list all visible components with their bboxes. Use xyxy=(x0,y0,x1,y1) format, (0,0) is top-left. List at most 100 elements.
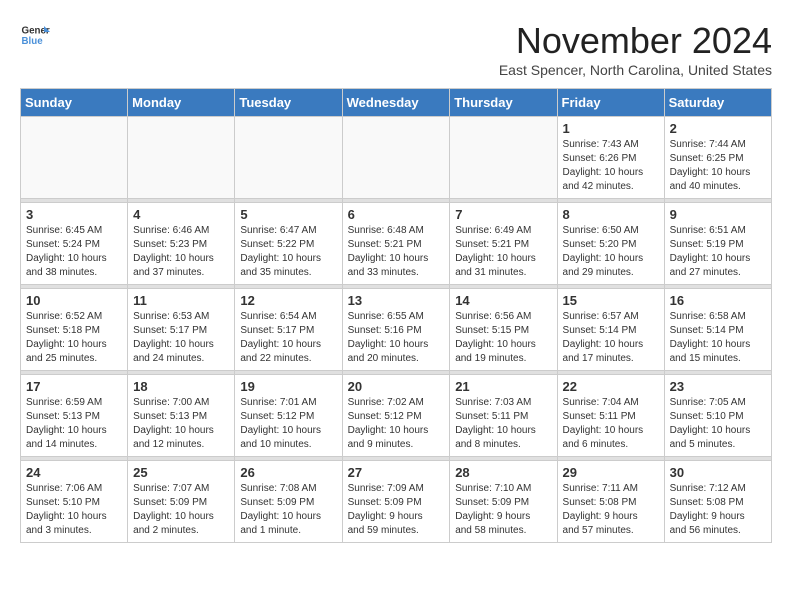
day-info: Sunrise: 7:10 AM Sunset: 5:09 PM Dayligh… xyxy=(455,482,551,538)
day-info: Sunrise: 6:58 AM Sunset: 5:14 PM Dayligh… xyxy=(670,310,766,366)
day-number: 5 xyxy=(240,207,336,222)
location-title: East Spencer, North Carolina, United Sta… xyxy=(499,62,772,78)
day-number: 22 xyxy=(563,379,659,394)
calendar-cell xyxy=(450,117,557,199)
day-info: Sunrise: 6:51 AM Sunset: 5:19 PM Dayligh… xyxy=(670,224,766,280)
day-number: 6 xyxy=(348,207,445,222)
weekday-header-monday: Monday xyxy=(128,89,235,117)
day-info: Sunrise: 7:02 AM Sunset: 5:12 PM Dayligh… xyxy=(348,396,445,452)
day-info: Sunrise: 6:52 AM Sunset: 5:18 PM Dayligh… xyxy=(26,310,122,366)
calendar-cell: 15 Sunrise: 6:57 AM Sunset: 5:14 PM Dayli… xyxy=(557,289,664,371)
calendar-cell: 22Sunrise: 7:04 AM Sunset: 5:11 PM Dayli… xyxy=(557,375,664,457)
calendar-cell: 23 Sunrise: 7:05 AM Sunset: 5:10 PM Dayli… xyxy=(664,375,771,457)
calendar-cell: 9 Sunrise: 6:51 AM Sunset: 5:19 PM Daylig… xyxy=(664,203,771,285)
day-number: 10 xyxy=(26,293,122,308)
day-number: 11 xyxy=(133,293,229,308)
day-info: Sunrise: 6:48 AM Sunset: 5:21 PM Dayligh… xyxy=(348,224,445,280)
day-number: 28 xyxy=(455,465,551,480)
calendar-cell xyxy=(128,117,235,199)
day-info: Sunrise: 7:43 AM Sunset: 6:26 PM Dayligh… xyxy=(563,138,659,194)
calendar-week-3: 10 Sunrise: 6:52 AM Sunset: 5:18 PM Dayli… xyxy=(21,289,772,371)
svg-text:Blue: Blue xyxy=(22,36,44,47)
day-info: Sunrise: 6:55 AM Sunset: 5:16 PM Dayligh… xyxy=(348,310,445,366)
day-info: Sunrise: 7:06 AM Sunset: 5:10 PM Dayligh… xyxy=(26,482,122,538)
calendar-table: SundayMondayTuesdayWednesdayThursdayFrid… xyxy=(20,88,772,543)
day-info: Sunrise: 7:01 AM Sunset: 5:12 PM Dayligh… xyxy=(240,396,336,452)
day-info: Sunrise: 6:56 AM Sunset: 5:15 PM Dayligh… xyxy=(455,310,551,366)
day-info: Sunrise: 7:11 AM Sunset: 5:08 PM Dayligh… xyxy=(563,482,659,538)
weekday-header-tuesday: Tuesday xyxy=(235,89,342,117)
calendar-cell: 14 Sunrise: 6:56 AM Sunset: 5:15 PM Dayli… xyxy=(450,289,557,371)
day-info: Sunrise: 6:47 AM Sunset: 5:22 PM Dayligh… xyxy=(240,224,336,280)
weekday-header-row: SundayMondayTuesdayWednesdayThursdayFrid… xyxy=(21,89,772,117)
day-number: 30 xyxy=(670,465,766,480)
day-number: 7 xyxy=(455,207,551,222)
calendar-cell: 28 Sunrise: 7:10 AM Sunset: 5:09 PM Dayli… xyxy=(450,461,557,543)
calendar-cell: 4 Sunrise: 6:46 AM Sunset: 5:23 PM Daylig… xyxy=(128,203,235,285)
calendar-cell: 25Sunrise: 7:07 AM Sunset: 5:09 PM Dayli… xyxy=(128,461,235,543)
calendar-cell xyxy=(235,117,342,199)
day-info: Sunrise: 6:59 AM Sunset: 5:13 PM Dayligh… xyxy=(26,396,122,452)
weekday-header-sunday: Sunday xyxy=(21,89,128,117)
day-number: 25 xyxy=(133,465,229,480)
calendar-cell: 11Sunrise: 6:53 AM Sunset: 5:17 PM Dayli… xyxy=(128,289,235,371)
day-number: 21 xyxy=(455,379,551,394)
calendar-week-4: 17 Sunrise: 6:59 AM Sunset: 5:13 PM Dayli… xyxy=(21,375,772,457)
weekday-header-wednesday: Wednesday xyxy=(342,89,450,117)
day-number: 14 xyxy=(455,293,551,308)
calendar-cell: 29 Sunrise: 7:11 AM Sunset: 5:08 PM Dayli… xyxy=(557,461,664,543)
day-info: Sunrise: 7:03 AM Sunset: 5:11 PM Dayligh… xyxy=(455,396,551,452)
calendar-cell: 5 Sunrise: 6:47 AM Sunset: 5:22 PM Daylig… xyxy=(235,203,342,285)
day-info: Sunrise: 6:57 AM Sunset: 5:14 PM Dayligh… xyxy=(563,310,659,366)
logo: General Blue xyxy=(20,20,50,50)
calendar-cell: 12Sunrise: 6:54 AM Sunset: 5:17 PM Dayli… xyxy=(235,289,342,371)
weekday-header-saturday: Saturday xyxy=(664,89,771,117)
calendar-cell: 17 Sunrise: 6:59 AM Sunset: 5:13 PM Dayli… xyxy=(21,375,128,457)
page-header: General Blue November 2024 East Spencer,… xyxy=(20,20,772,78)
day-number: 2 xyxy=(670,121,766,136)
day-info: Sunrise: 6:45 AM Sunset: 5:24 PM Dayligh… xyxy=(26,224,122,280)
month-title: November 2024 xyxy=(499,20,772,62)
day-number: 9 xyxy=(670,207,766,222)
calendar-cell: 8Sunrise: 6:50 AM Sunset: 5:20 PM Daylig… xyxy=(557,203,664,285)
day-number: 15 xyxy=(563,293,659,308)
day-info: Sunrise: 7:08 AM Sunset: 5:09 PM Dayligh… xyxy=(240,482,336,538)
day-number: 3 xyxy=(26,207,122,222)
calendar-cell: 26 Sunrise: 7:08 AM Sunset: 5:09 PM Dayli… xyxy=(235,461,342,543)
day-number: 23 xyxy=(670,379,766,394)
day-info: Sunrise: 7:05 AM Sunset: 5:10 PM Dayligh… xyxy=(670,396,766,452)
day-info: Sunrise: 6:50 AM Sunset: 5:20 PM Dayligh… xyxy=(563,224,659,280)
day-number: 12 xyxy=(240,293,336,308)
calendar-cell: 21 Sunrise: 7:03 AM Sunset: 5:11 PM Dayli… xyxy=(450,375,557,457)
day-number: 4 xyxy=(133,207,229,222)
day-number: 17 xyxy=(26,379,122,394)
day-number: 16 xyxy=(670,293,766,308)
calendar-week-5: 24 Sunrise: 7:06 AM Sunset: 5:10 PM Dayli… xyxy=(21,461,772,543)
day-info: Sunrise: 6:49 AM Sunset: 5:21 PM Dayligh… xyxy=(455,224,551,280)
calendar-cell: 30 Sunrise: 7:12 AM Sunset: 5:08 PM Dayli… xyxy=(664,461,771,543)
title-area: November 2024 East Spencer, North Caroli… xyxy=(499,20,772,78)
calendar-cell: 13 Sunrise: 6:55 AM Sunset: 5:16 PM Dayli… xyxy=(342,289,450,371)
day-info: Sunrise: 6:46 AM Sunset: 5:23 PM Dayligh… xyxy=(133,224,229,280)
calendar-cell: 27 Sunrise: 7:09 AM Sunset: 5:09 PM Dayli… xyxy=(342,461,450,543)
day-number: 26 xyxy=(240,465,336,480)
calendar-cell: 2 Sunrise: 7:44 AM Sunset: 6:25 PM Daylig… xyxy=(664,117,771,199)
calendar-cell: 6 Sunrise: 6:48 AM Sunset: 5:21 PM Daylig… xyxy=(342,203,450,285)
day-info: Sunrise: 7:12 AM Sunset: 5:08 PM Dayligh… xyxy=(670,482,766,538)
day-info: Sunrise: 7:00 AM Sunset: 5:13 PM Dayligh… xyxy=(133,396,229,452)
day-number: 13 xyxy=(348,293,445,308)
day-number: 29 xyxy=(563,465,659,480)
calendar-cell: 7 Sunrise: 6:49 AM Sunset: 5:21 PM Daylig… xyxy=(450,203,557,285)
day-number: 1 xyxy=(563,121,659,136)
day-number: 27 xyxy=(348,465,445,480)
weekday-header-friday: Friday xyxy=(557,89,664,117)
day-info: Sunrise: 7:09 AM Sunset: 5:09 PM Dayligh… xyxy=(348,482,445,538)
day-number: 24 xyxy=(26,465,122,480)
weekday-header-thursday: Thursday xyxy=(450,89,557,117)
calendar-cell: 18 Sunrise: 7:00 AM Sunset: 5:13 PM Dayli… xyxy=(128,375,235,457)
day-number: 18 xyxy=(133,379,229,394)
calendar-cell: 1 Sunrise: 7:43 AM Sunset: 6:26 PM Daylig… xyxy=(557,117,664,199)
day-info: Sunrise: 7:44 AM Sunset: 6:25 PM Dayligh… xyxy=(670,138,766,194)
calendar-cell: 3 Sunrise: 6:45 AM Sunset: 5:24 PM Daylig… xyxy=(21,203,128,285)
calendar-cell xyxy=(342,117,450,199)
